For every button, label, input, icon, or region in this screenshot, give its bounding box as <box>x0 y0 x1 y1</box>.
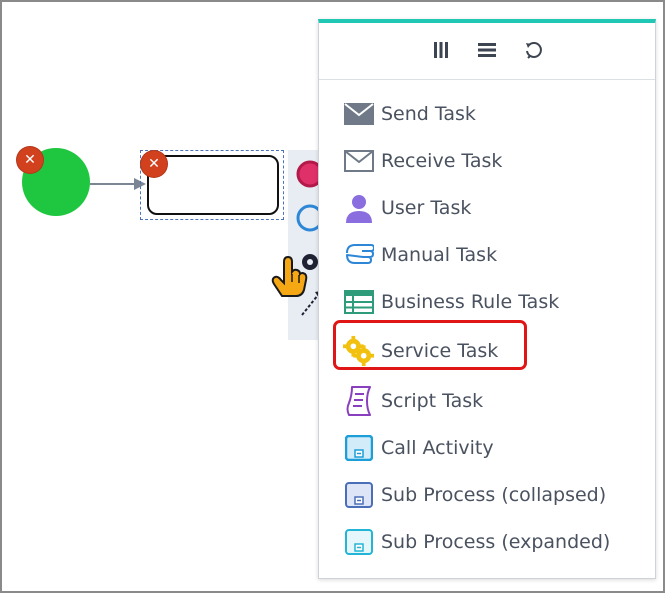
menu-item-call-activity[interactable]: Call Activity <box>343 431 494 465</box>
menu-item-label: Receive Task <box>381 150 503 172</box>
diagram-canvas[interactable]: ✕ ✕ Send Task Receive Task User Task Man… <box>2 2 663 591</box>
subprocess-expanded-icon <box>343 526 375 558</box>
columns-icon[interactable] <box>430 39 452 61</box>
menu-item-manual-task[interactable]: Manual Task <box>343 238 497 272</box>
menu-item-label: Sub Process (expanded) <box>381 531 611 553</box>
menu-item-business-rule-task[interactable]: Business Rule Task <box>343 285 559 319</box>
envelope-outline-icon <box>343 145 375 177</box>
menu-item-label: Manual Task <box>381 244 498 266</box>
menu-item-label: Send Task <box>381 103 476 125</box>
hand-icon <box>343 239 375 271</box>
close-icon: ✕ <box>24 152 36 168</box>
menu-item-label: Call Activity <box>381 437 494 459</box>
service-task-highlight <box>333 320 527 370</box>
task-type-popup-menu: Send Task Receive Task User Task Manual … <box>318 19 656 579</box>
hand-pointer-cursor-icon <box>271 255 308 297</box>
menu-item-sub-process-collapsed[interactable]: Sub Process (collapsed) <box>343 478 606 512</box>
close-icon: ✕ <box>148 156 160 172</box>
menu-divider <box>319 79 655 80</box>
envelope-filled-icon <box>343 98 375 130</box>
call-activity-icon <box>343 432 375 464</box>
menu-header <box>319 33 655 67</box>
list-icon[interactable] <box>476 39 498 61</box>
subprocess-collapsed-icon <box>343 479 375 511</box>
menu-item-label: User Task <box>381 197 472 219</box>
menu-item-label: Business Rule Task <box>381 291 560 313</box>
rotate-icon[interactable] <box>522 39 544 61</box>
menu-item-label: Sub Process (collapsed) <box>381 484 607 506</box>
delete-start-event-button[interactable]: ✕ <box>17 147 43 173</box>
menu-item-receive-task[interactable]: Receive Task <box>343 144 502 178</box>
menu-item-label: Script Task <box>381 390 484 412</box>
menu-item-user-task[interactable]: User Task <box>343 191 471 225</box>
menu-item-send-task[interactable]: Send Task <box>343 97 476 131</box>
table-icon <box>343 286 375 318</box>
delete-task-button[interactable]: ✕ <box>141 151 167 177</box>
scroll-icon <box>343 385 375 417</box>
menu-item-sub-process-expanded[interactable]: Sub Process (expanded) <box>343 525 610 559</box>
menu-item-script-task[interactable]: Script Task <box>343 384 483 418</box>
user-icon <box>343 192 375 224</box>
bpmn-editor-frame: ✕ ✕ Send Task Receive Task User Task Man… <box>0 0 665 593</box>
